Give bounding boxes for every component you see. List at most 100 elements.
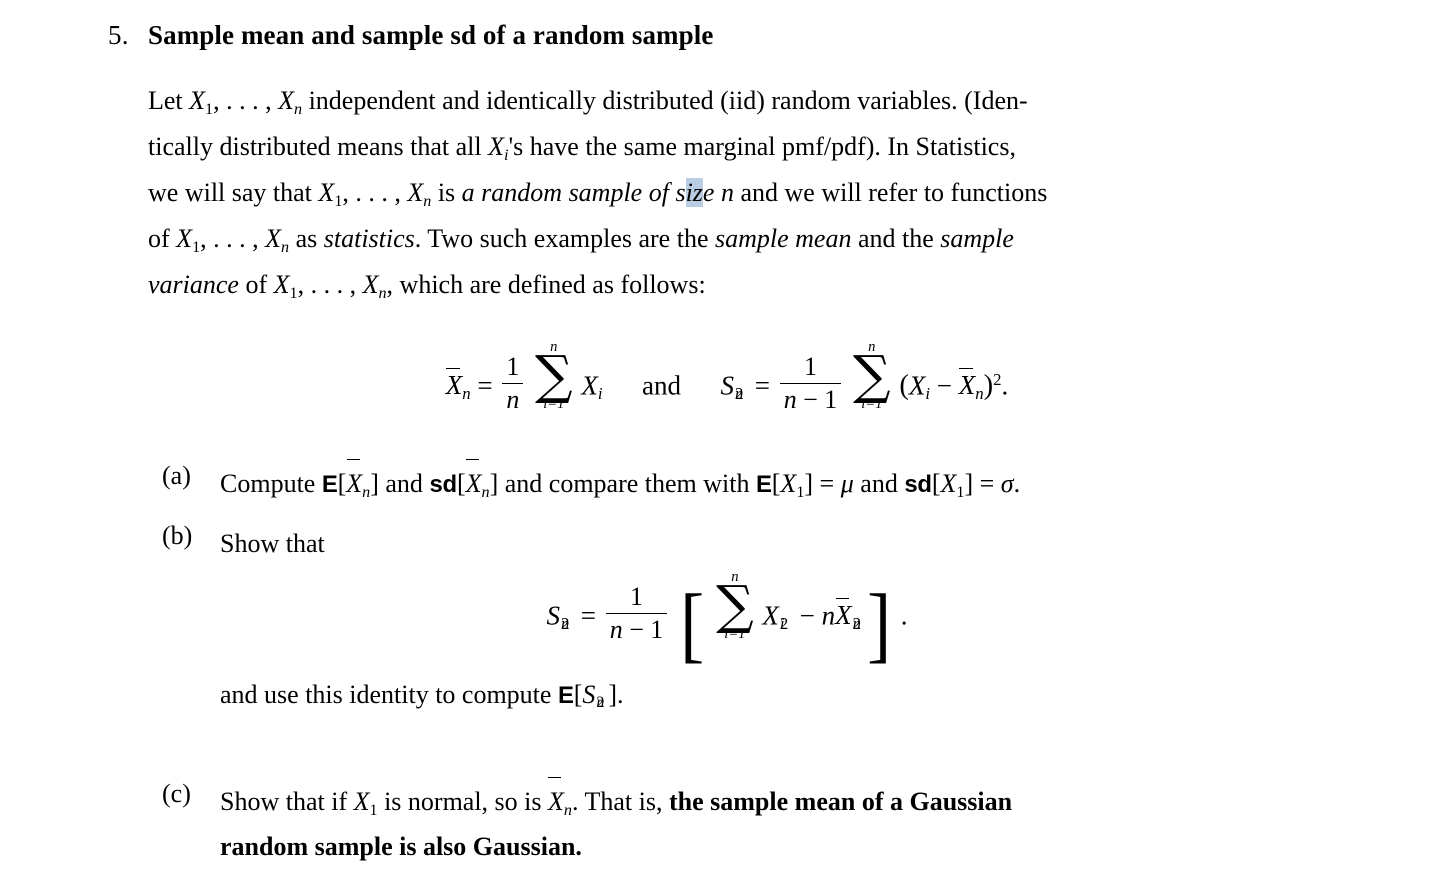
line4-emph-statistics: statistics xyxy=(323,224,415,253)
line4-text-d: and the xyxy=(851,224,941,253)
part-b-label: (b) xyxy=(162,521,193,550)
paragraph-line-1: Let X1, . . . , Xn independent and ident… xyxy=(148,78,1326,124)
eq-main-term1-sub: i xyxy=(925,383,931,403)
eq-main-power: 2 xyxy=(993,369,1002,389)
sigma-icon: ∑ xyxy=(535,344,573,406)
line2-text-b: 's have the same marginal pmf/pdf). In S… xyxy=(508,132,1016,161)
eq-main-term2-xbar: X xyxy=(958,368,976,401)
eq-b-s-var: S xyxy=(546,600,561,631)
part-c-text-c: . That is, xyxy=(571,787,669,816)
line4-var-xn: X xyxy=(265,224,282,253)
line5-sub-1: 1 xyxy=(289,284,298,302)
line5-sub-n: n xyxy=(378,284,387,302)
eq-main-equals-1: = xyxy=(477,370,493,401)
line2-var-xi: X xyxy=(488,132,504,161)
line3-text-c: and we will refer to functions xyxy=(733,178,1048,207)
part-a-mu: μ xyxy=(840,469,854,498)
page-title: Sample mean and sample sd of a random sa… xyxy=(148,20,714,50)
part-a-bracket-close-3: ] xyxy=(804,469,814,498)
sigma-icon: ∑ xyxy=(716,574,754,636)
sd-operator: sd xyxy=(429,471,457,498)
expectation-operator: E xyxy=(756,471,772,498)
sigma-icon: ∑ xyxy=(852,344,891,406)
eq-main-s-var: S xyxy=(720,370,735,401)
paragraph-line-4: of X1, . . . , Xn as statistics. Two suc… xyxy=(148,216,1326,262)
line1-sub-1: 1 xyxy=(205,100,214,118)
eq-b-frac-numerator: 1 xyxy=(605,582,668,615)
eq-b-coefficient: n xyxy=(821,600,836,631)
eq-b-summation: n ∑ i=1 xyxy=(716,570,754,641)
line5-text-a: of xyxy=(238,270,274,299)
part-a-sigma: σ xyxy=(1000,469,1014,498)
part-c-xbar-sub: n xyxy=(563,801,572,819)
line3-emph-b: e xyxy=(702,178,721,207)
intro-paragraph: Let X1, . . . , Xn independent and ident… xyxy=(148,78,1326,308)
line3-sub-1: 1 xyxy=(334,192,343,210)
document-page: 5. Sample mean and sample sd of a random… xyxy=(0,0,1454,861)
line5-emph-variance: variance xyxy=(148,270,239,299)
part-a-text-b: and xyxy=(378,469,430,498)
line4-ellipsis: , . . . , xyxy=(200,224,266,253)
part-a-equals-1: = xyxy=(813,469,841,498)
line1-text-a: Let xyxy=(148,86,190,115)
line1-var-xn: X xyxy=(278,86,294,115)
paragraph-line-2: tically distributed means that all Xi's … xyxy=(148,124,1326,170)
line4-sub-n: n xyxy=(281,238,290,256)
line1-var-x1: X xyxy=(189,86,206,115)
part-a-xbar-1-sub: n xyxy=(362,483,371,501)
eq-main-paren-open: ( xyxy=(899,369,909,402)
line2-sub-i: i xyxy=(503,146,509,164)
part-b-closing-s-var: S xyxy=(582,680,596,709)
line5-ellipsis: , . . . , xyxy=(297,270,363,299)
line4-text-a: of xyxy=(148,224,177,253)
eq-b-bracket-open: [ xyxy=(680,577,705,672)
part-a-bracket-open-2: [ xyxy=(456,469,466,498)
part-a-label: (a) xyxy=(162,461,191,490)
part-c-xbar: X xyxy=(548,777,564,824)
eq-main-term2-sub: n xyxy=(975,383,984,403)
eq-b-term2-xbar: X xyxy=(835,598,852,631)
line3-sub-n: n xyxy=(423,192,432,210)
equation-variance-identity: S2n = 1 n − 1 [ n ∑ i=1 X2i − nX 2 n] . xyxy=(546,569,908,672)
part-b-closing-bracket-close: ] xyxy=(608,680,618,709)
part-a-bracket-close-1: ] xyxy=(370,469,379,498)
eq-b-term1-var: X xyxy=(762,600,779,631)
line5-text-b: , which are defined as follows: xyxy=(386,270,706,299)
paragraph-line-3: we will say that X1, . . . , Xn is a ran… xyxy=(148,170,1326,216)
line4-sub-1: 1 xyxy=(192,238,201,256)
part-a-var-x1-b: X xyxy=(940,469,957,498)
line3-var-n: n xyxy=(720,178,734,207)
part-c-var-x1: X xyxy=(353,787,370,816)
eq-main-summation-1: n ∑ i=1 xyxy=(535,340,573,411)
part-b-body: Show that xyxy=(220,529,325,558)
part-a-xbar-1: X xyxy=(346,459,362,506)
eq-main-xbar: X xyxy=(445,368,463,401)
line4-var-x1: X xyxy=(176,224,193,253)
line5-var-x1: X xyxy=(273,270,290,299)
part-c-bold-line-2: random sample is also Gaussian. xyxy=(220,832,582,861)
part-a-text-a: Compute xyxy=(220,469,322,498)
eq-main-paren-close: ) xyxy=(983,369,994,402)
eq-main-frac1-denominator: n xyxy=(506,385,520,415)
eq-main-frac2-denominator: n − 1 xyxy=(783,385,838,415)
equation-sample-mean-and-variance: Xn = 1 n n ∑ i=1 Xi and S2n = 1 n − 1 n … xyxy=(445,339,1009,415)
part-c-sub-1: 1 xyxy=(369,801,378,819)
part-a-body: Compute E[Xn] and sd[Xn] and compare the… xyxy=(220,459,1340,507)
part-c-text-a: Show that if xyxy=(220,787,354,816)
part-b-closing-text: and use this identity to compute xyxy=(220,680,558,709)
expectation-operator: E xyxy=(321,471,338,498)
eq-b-period: . xyxy=(900,600,908,631)
sd-operator: sd xyxy=(904,471,932,498)
selected-text-highlight[interactable]: iz xyxy=(685,178,703,207)
part-b-closing-period: . xyxy=(617,680,624,709)
eq-main-fraction-1: 1 n xyxy=(502,352,524,415)
line1-text-b: independent and identically distributed … xyxy=(302,86,1028,115)
line1-sub-n: n xyxy=(294,100,303,118)
eq-main-xbar-sub: n xyxy=(462,383,471,403)
eq-main-frac2-numerator: 1 xyxy=(779,352,842,385)
line3-var-x1: X xyxy=(318,178,335,207)
eq-main-equals-2: = xyxy=(754,370,770,401)
line4-emph-sample-mean: sample mean xyxy=(714,224,852,253)
part-a-text-c: and compare them with xyxy=(498,469,756,498)
item-number: 5. xyxy=(108,20,129,50)
